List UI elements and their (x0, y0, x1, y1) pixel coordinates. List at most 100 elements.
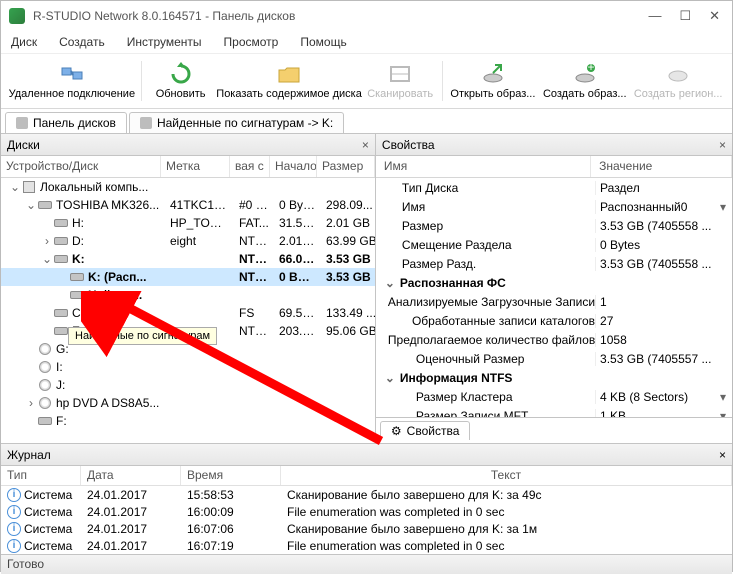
hdd-icon (53, 235, 69, 247)
col-type[interactable]: Тип (1, 466, 81, 485)
property-row[interactable]: Смещение Раздела0 Bytes (376, 235, 732, 254)
col-fs[interactable]: вая с (230, 156, 270, 177)
disk-row[interactable]: ⌄K:NTFS66.01...3.53 GB (1, 250, 375, 268)
col-value[interactable]: Значение (591, 156, 732, 177)
disk-row[interactable]: ⌄Локальный компь... (1, 178, 375, 196)
property-row[interactable]: Размер Записи MFT1 KB▾ (376, 406, 732, 417)
tab-signatures[interactable]: Найденные по сигнатурам -> K: (129, 112, 344, 133)
property-row[interactable]: Оценочный Размер3.53 GB (7405557 ... (376, 349, 732, 368)
dropdown-icon[interactable]: ▾ (714, 200, 732, 214)
hdd-icon (53, 217, 69, 229)
col-date[interactable]: Дата (81, 466, 181, 485)
device-name: D: (72, 234, 84, 248)
menu-tools[interactable]: Инструменты (123, 33, 206, 51)
expand-toggle[interactable]: ⌄ (25, 198, 37, 212)
open-image-button[interactable]: Открыть образ... (447, 60, 539, 102)
hdd-icon (53, 307, 69, 319)
col-label[interactable]: Метка (161, 156, 230, 177)
tooltip: Найденные по сигнатурам (68, 327, 217, 345)
create-image-button[interactable]: + Создать образ... (539, 60, 630, 102)
device-name: Найден... (88, 288, 142, 302)
tab-sig-label: Найденные по сигнатурам -> K: (157, 116, 333, 130)
disk-icon (16, 117, 28, 129)
create-image-icon: + (573, 62, 597, 86)
property-row[interactable]: Анализируемые Загрузочные Записи1 (376, 292, 732, 311)
col-size[interactable]: Размер (317, 156, 375, 177)
refresh-button[interactable]: Обновить (146, 60, 216, 102)
expand-toggle[interactable]: › (41, 234, 53, 248)
tab-disk-panel[interactable]: Панель дисков (5, 112, 127, 133)
menubar: Диск Создать Инструменты Просмотр Помощь (1, 31, 732, 53)
minimize-button[interactable]: — (648, 8, 661, 24)
disk-columns: Устройство/Диск Метка вая с Начало Разме… (1, 156, 375, 178)
property-row[interactable]: Предполагаемое количество файлов1058 (376, 330, 732, 349)
disk-row[interactable]: H:HP_TOOLSFAT...31.50 ...2.01 GB (1, 214, 375, 232)
expand-toggle[interactable]: ⌄ (384, 371, 396, 385)
col-name[interactable]: Имя (376, 156, 591, 177)
cd-icon (37, 397, 53, 409)
disk-row[interactable]: ›D:eightNTFS2.01 GB63.99 GB (1, 232, 375, 250)
property-row[interactable]: Размер Разд.3.53 GB (7405558 ... (376, 254, 732, 273)
col-start[interactable]: Начало (270, 156, 317, 177)
dropdown-icon[interactable]: ▾ (714, 390, 732, 404)
panel-close-icon[interactable]: × (719, 448, 726, 462)
folder-icon (277, 62, 301, 86)
disk-tree[interactable]: ⌄Локальный компь...⌄TOSHIBA MK326...41TK… (1, 178, 375, 443)
expand-toggle[interactable]: ⌄ (384, 276, 396, 290)
menu-view[interactable]: Просмотр (220, 33, 283, 51)
disk-row[interactable]: F: (1, 412, 375, 430)
disk-row[interactable]: ⌄TOSHIBA MK326...41TKC1VIT#0 S...0 Bytes… (1, 196, 375, 214)
expand-toggle[interactable]: ⌄ (41, 252, 53, 266)
disk-row[interactable]: ›hp DVD A DS8A5... (1, 394, 375, 412)
panel-close-icon[interactable]: × (362, 138, 369, 152)
property-group[interactable]: ⌄Информация NTFS (376, 368, 732, 387)
panel-close-icon[interactable]: × (719, 138, 726, 152)
device-name: G: (56, 342, 69, 356)
cd-icon (37, 361, 53, 373)
property-row[interactable]: Размер Кластера4 KB (8 Sectors)▾ (376, 387, 732, 406)
disk-row[interactable]: C:FS69.54 ...133.49 ... (1, 304, 375, 322)
property-row[interactable]: Размер3.53 GB (7405558 ... (376, 216, 732, 235)
device-name: K: (72, 252, 85, 266)
remote-label: Удаленное подключение (9, 88, 135, 100)
disk-row[interactable]: J: (1, 376, 375, 394)
disk-row[interactable]: Найден... (1, 286, 375, 304)
property-group[interactable]: ⌄Распознанная ФС (376, 273, 732, 292)
maximize-button[interactable]: ☐ (679, 8, 691, 24)
col-time[interactable]: Время (181, 466, 281, 485)
properties-list[interactable]: Тип ДискаРазделИмяРаспознанный0▾Размер3.… (376, 178, 732, 417)
menu-help[interactable]: Помощь (296, 33, 350, 51)
pc-icon (21, 181, 37, 193)
show-contents-button[interactable]: Показать содержимое диска (216, 60, 363, 102)
disks-title: Диски (7, 138, 40, 152)
info-icon: i (7, 505, 21, 519)
disk-row[interactable]: I: (1, 358, 375, 376)
dropdown-icon[interactable]: ▾ (714, 409, 732, 418)
journal-title: Журнал (7, 448, 51, 462)
device-name: H: (72, 216, 84, 230)
scan-button[interactable]: Сканировать (363, 60, 438, 102)
property-row[interactable]: ИмяРаспознанный0▾ (376, 197, 732, 216)
menu-create[interactable]: Создать (55, 33, 109, 51)
property-row[interactable]: Обработанные записи каталогов27 (376, 311, 732, 330)
close-button[interactable]: ✕ (709, 8, 720, 24)
col-device[interactable]: Устройство/Диск (1, 156, 161, 177)
device-name: J: (56, 378, 65, 392)
properties-title: Свойства (382, 138, 435, 152)
region-icon (666, 62, 690, 86)
expand-toggle[interactable]: ⌄ (9, 180, 21, 194)
col-text[interactable]: Текст (281, 466, 732, 485)
remote-connect-button[interactable]: Удаленное подключение (7, 60, 137, 102)
create-region-button[interactable]: Создать регион... (630, 60, 726, 102)
journal-row[interactable]: iСистема24.01.201715:58:53Сканирование б… (1, 486, 732, 503)
journal-row[interactable]: iСистема24.01.201716:00:09File enumerati… (1, 503, 732, 520)
journal-row[interactable]: iСистема24.01.201716:07:06Сканирование б… (1, 520, 732, 537)
expand-toggle[interactable]: › (25, 396, 37, 410)
device-name: I: (56, 360, 63, 374)
properties-tab[interactable]: ⚙ Свойства (380, 421, 470, 440)
disk-row[interactable]: K: (Расп...NTFS0 Bytes3.53 GB (1, 268, 375, 286)
journal-row[interactable]: iСистема24.01.201716:07:19File enumerati… (1, 537, 732, 554)
property-row[interactable]: Тип ДискаРаздел (376, 178, 732, 197)
menu-disk[interactable]: Диск (7, 33, 41, 51)
toolbar: Удаленное подключение Обновить Показать … (1, 53, 732, 109)
